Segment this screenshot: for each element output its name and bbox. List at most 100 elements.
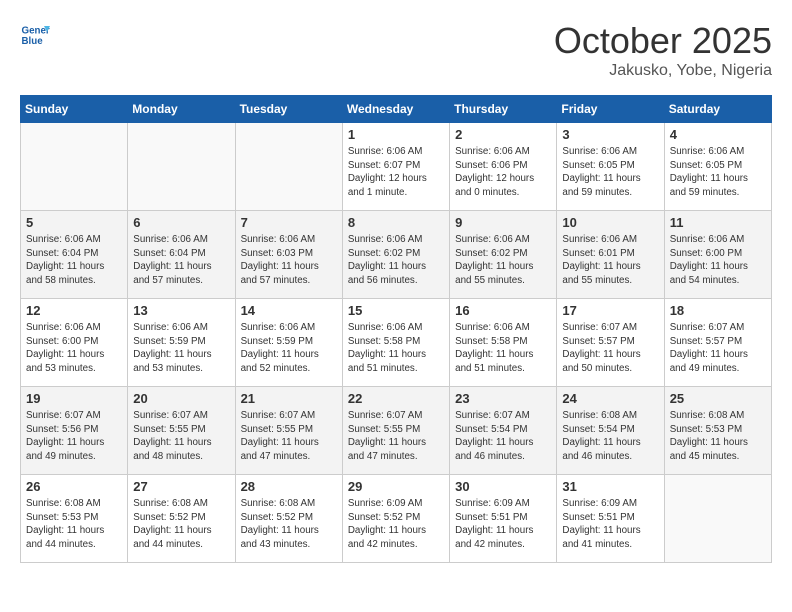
- cell-daylight-info: Sunrise: 6:06 AMSunset: 6:00 PMDaylight:…: [670, 233, 766, 288]
- cell-daylight-info: Sunrise: 6:07 AMSunset: 5:57 PMDaylight:…: [562, 321, 658, 376]
- calendar-cell: 23Sunrise: 6:07 AMSunset: 5:54 PMDayligh…: [450, 387, 557, 475]
- cell-date-number: 18: [670, 303, 766, 318]
- cell-date-number: 9: [455, 215, 551, 230]
- cell-daylight-info: Sunrise: 6:08 AMSunset: 5:52 PMDaylight:…: [133, 497, 229, 552]
- day-header-friday: Friday: [557, 96, 664, 123]
- cell-daylight-info: Sunrise: 6:09 AMSunset: 5:52 PMDaylight:…: [348, 497, 444, 552]
- cell-daylight-info: Sunrise: 6:06 AMSunset: 6:00 PMDaylight:…: [26, 321, 122, 376]
- calendar-cell: 25 Sunrise: 6:08 AMSunset: 5:53 PMDayligh…: [664, 387, 771, 475]
- page-header: General Blue October 2025 Jakusko, Yobe,…: [20, 20, 772, 80]
- cell-date-number: 24: [562, 391, 658, 406]
- cell-date-number: 13: [133, 303, 229, 318]
- calendar-cell: 21Sunrise: 6:07 AMSunset: 5:55 PMDayligh…: [235, 387, 342, 475]
- calendar-cell: 24 Sunrise: 6:08 AMSunset: 5:54 PMDayligh…: [557, 387, 664, 475]
- calendar-cell: 15Sunrise: 6:06 AMSunset: 5:58 PMDayligh…: [342, 299, 449, 387]
- cell-date-number: 14: [241, 303, 337, 318]
- cell-daylight-info: Sunrise: 6:06 AMSunset: 6:02 PMDaylight:…: [348, 233, 444, 288]
- cell-daylight-info: Sunrise: 6:07 AMSunset: 5:55 PMDaylight:…: [348, 409, 444, 464]
- day-header-saturday: Saturday: [664, 96, 771, 123]
- cell-daylight-info: Sunrise: 6:06 AMSunset: 5:58 PMDaylight:…: [455, 321, 551, 376]
- calendar-cell: 5 Sunrise: 6:06 AMSunset: 6:04 PMDaylight…: [21, 211, 128, 299]
- calendar-cell: 31Sunrise: 6:09 AMSunset: 5:51 PMDayligh…: [557, 475, 664, 563]
- cell-daylight-info: Sunrise: 6:06 AMSunset: 6:02 PMDaylight:…: [455, 233, 551, 288]
- location-subtitle: Jakusko, Yobe, Nigeria: [554, 62, 772, 80]
- cell-date-number: 15: [348, 303, 444, 318]
- calendar-cell: 20Sunrise: 6:07 AMSunset: 5:55 PMDayligh…: [128, 387, 235, 475]
- title-block: October 2025 Jakusko, Yobe, Nigeria: [554, 20, 772, 80]
- cell-daylight-info: Sunrise: 6:08 AMSunset: 5:53 PMDaylight:…: [26, 497, 122, 552]
- calendar-week-row: 5 Sunrise: 6:06 AMSunset: 6:04 PMDaylight…: [21, 211, 772, 299]
- cell-date-number: 19: [26, 391, 122, 406]
- cell-date-number: 17: [562, 303, 658, 318]
- cell-date-number: 21: [241, 391, 337, 406]
- calendar-cell: 11 Sunrise: 6:06 AMSunset: 6:00 PMDayligh…: [664, 211, 771, 299]
- calendar-cell: [128, 123, 235, 211]
- cell-date-number: 27: [133, 479, 229, 494]
- cell-daylight-info: Sunrise: 6:06 AMSunset: 6:03 PMDaylight:…: [241, 233, 337, 288]
- calendar-cell: 10 Sunrise: 6:06 AMSunset: 6:01 PMDayligh…: [557, 211, 664, 299]
- calendar-cell: 22 Sunrise: 6:07 AMSunset: 5:55 PMDayligh…: [342, 387, 449, 475]
- cell-daylight-info: Sunrise: 6:06 AMSunset: 6:05 PMDaylight:…: [562, 145, 658, 200]
- calendar-week-row: 1 Sunrise: 6:06 AMSunset: 6:07 PMDaylight…: [21, 123, 772, 211]
- cell-daylight-info: Sunrise: 6:06 AMSunset: 5:59 PMDaylight:…: [241, 321, 337, 376]
- calendar-header-row: SundayMondayTuesdayWednesdayThursdayFrid…: [21, 96, 772, 123]
- cell-date-number: 5: [26, 215, 122, 230]
- calendar-cell: 16 Sunrise: 6:06 AMSunset: 5:58 PMDayligh…: [450, 299, 557, 387]
- cell-daylight-info: Sunrise: 6:08 AMSunset: 5:53 PMDaylight:…: [670, 409, 766, 464]
- cell-daylight-info: Sunrise: 6:06 AMSunset: 6:05 PMDaylight:…: [670, 145, 766, 200]
- calendar-week-row: 12Sunrise: 6:06 AMSunset: 6:00 PMDayligh…: [21, 299, 772, 387]
- calendar-cell: 6 Sunrise: 6:06 AMSunset: 6:04 PMDaylight…: [128, 211, 235, 299]
- cell-daylight-info: Sunrise: 6:06 AMSunset: 6:01 PMDaylight:…: [562, 233, 658, 288]
- cell-date-number: 11: [670, 215, 766, 230]
- calendar-cell: 18Sunrise: 6:07 AMSunset: 5:57 PMDayligh…: [664, 299, 771, 387]
- cell-daylight-info: Sunrise: 6:06 AMSunset: 6:04 PMDaylight:…: [133, 233, 229, 288]
- cell-date-number: 25: [670, 391, 766, 406]
- calendar-cell: 28Sunrise: 6:08 AMSunset: 5:52 PMDayligh…: [235, 475, 342, 563]
- calendar-cell: 9 Sunrise: 6:06 AMSunset: 6:02 PMDaylight…: [450, 211, 557, 299]
- month-title: October 2025: [554, 20, 772, 62]
- svg-text:Blue: Blue: [22, 36, 44, 47]
- calendar-cell: [235, 123, 342, 211]
- cell-date-number: 31: [562, 479, 658, 494]
- day-header-thursday: Thursday: [450, 96, 557, 123]
- cell-daylight-info: Sunrise: 6:08 AMSunset: 5:54 PMDaylight:…: [562, 409, 658, 464]
- cell-daylight-info: Sunrise: 6:06 AMSunset: 6:06 PMDaylight:…: [455, 145, 551, 200]
- cell-date-number: 22: [348, 391, 444, 406]
- calendar-cell: 27 Sunrise: 6:08 AMSunset: 5:52 PMDayligh…: [128, 475, 235, 563]
- calendar-cell: 30 Sunrise: 6:09 AMSunset: 5:51 PMDayligh…: [450, 475, 557, 563]
- cell-date-number: 1: [348, 127, 444, 142]
- logo: General Blue: [20, 20, 50, 50]
- cell-date-number: 30: [455, 479, 551, 494]
- cell-date-number: 26: [26, 479, 122, 494]
- cell-daylight-info: Sunrise: 6:06 AMSunset: 6:04 PMDaylight:…: [26, 233, 122, 288]
- day-header-monday: Monday: [128, 96, 235, 123]
- cell-date-number: 7: [241, 215, 337, 230]
- calendar-week-row: 26 Sunrise: 6:08 AMSunset: 5:53 PMDayligh…: [21, 475, 772, 563]
- cell-date-number: 4: [670, 127, 766, 142]
- calendar-cell: 4 Sunrise: 6:06 AMSunset: 6:05 PMDaylight…: [664, 123, 771, 211]
- calendar-table: SundayMondayTuesdayWednesdayThursdayFrid…: [20, 95, 772, 563]
- calendar-cell: 26 Sunrise: 6:08 AMSunset: 5:53 PMDayligh…: [21, 475, 128, 563]
- cell-daylight-info: Sunrise: 6:08 AMSunset: 5:52 PMDaylight:…: [241, 497, 337, 552]
- cell-daylight-info: Sunrise: 6:06 AMSunset: 5:59 PMDaylight:…: [133, 321, 229, 376]
- cell-date-number: 29: [348, 479, 444, 494]
- calendar-cell: 12Sunrise: 6:06 AMSunset: 6:00 PMDayligh…: [21, 299, 128, 387]
- cell-daylight-info: Sunrise: 6:06 AMSunset: 6:07 PMDaylight:…: [348, 145, 444, 200]
- cell-daylight-info: Sunrise: 6:09 AMSunset: 5:51 PMDaylight:…: [455, 497, 551, 552]
- logo-icon: General Blue: [20, 20, 50, 50]
- calendar-cell: 29 Sunrise: 6:09 AMSunset: 5:52 PMDayligh…: [342, 475, 449, 563]
- cell-date-number: 23: [455, 391, 551, 406]
- cell-date-number: 16: [455, 303, 551, 318]
- calendar-cell: 1 Sunrise: 6:06 AMSunset: 6:07 PMDaylight…: [342, 123, 449, 211]
- cell-date-number: 3: [562, 127, 658, 142]
- calendar-cell: 17 Sunrise: 6:07 AMSunset: 5:57 PMDayligh…: [557, 299, 664, 387]
- cell-date-number: 6: [133, 215, 229, 230]
- calendar-cell: 2Sunrise: 6:06 AMSunset: 6:06 PMDaylight…: [450, 123, 557, 211]
- calendar-cell: 14 Sunrise: 6:06 AMSunset: 5:59 PMDayligh…: [235, 299, 342, 387]
- cell-daylight-info: Sunrise: 6:07 AMSunset: 5:56 PMDaylight:…: [26, 409, 122, 464]
- calendar-cell: 13 Sunrise: 6:06 AMSunset: 5:59 PMDayligh…: [128, 299, 235, 387]
- cell-date-number: 10: [562, 215, 658, 230]
- calendar-cell: 7 Sunrise: 6:06 AMSunset: 6:03 PMDaylight…: [235, 211, 342, 299]
- cell-date-number: 8: [348, 215, 444, 230]
- day-header-tuesday: Tuesday: [235, 96, 342, 123]
